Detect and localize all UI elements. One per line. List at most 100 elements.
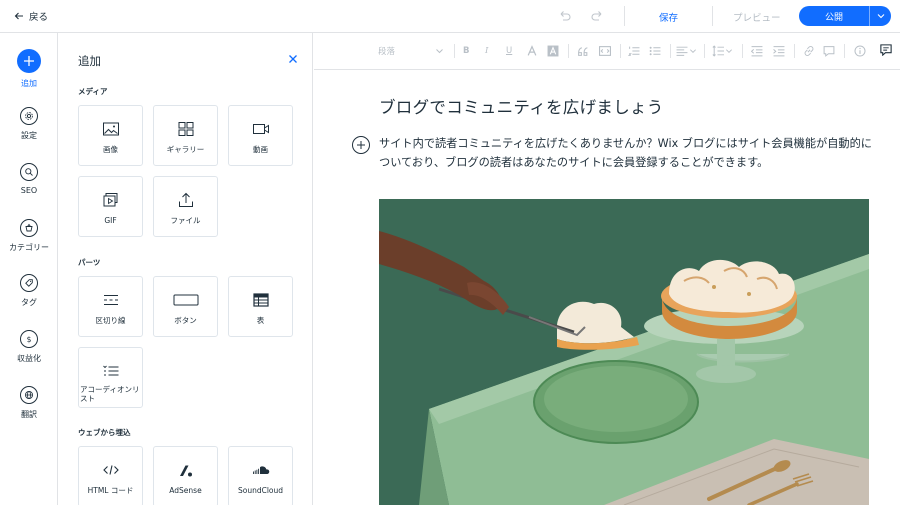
add-video-tile[interactable]: 動画 xyxy=(228,105,293,166)
post-paragraph[interactable]: サイト内で読者コミュニティを広げたくありませんか？Wix ブログにはサイト会員機… xyxy=(379,134,877,172)
decrease-indent-icon[interactable] xyxy=(751,45,763,57)
highlight-icon[interactable] xyxy=(547,45,559,57)
numbered-list-icon[interactable] xyxy=(628,45,640,57)
underline-icon[interactable]: U xyxy=(506,45,512,57)
tile-label: ファイル xyxy=(170,216,201,225)
code-icon xyxy=(102,462,120,478)
rail-item-label: 設定 xyxy=(21,131,37,140)
toolbar-divider xyxy=(844,44,845,58)
info-icon[interactable] xyxy=(854,45,866,57)
tile-label: 表 xyxy=(256,316,265,325)
add-image-tile[interactable]: 画像 xyxy=(78,105,143,166)
add-gallery-tile[interactable]: ギャラリー xyxy=(153,105,218,166)
tile-label: ボタン xyxy=(174,316,197,325)
rail-item-translate[interactable]: 翻訳 xyxy=(0,386,58,420)
toolbar-divider xyxy=(704,44,705,58)
plus-icon xyxy=(17,49,41,73)
post-title[interactable]: ブログでコミュニティを広げましょう xyxy=(379,94,664,118)
add-file-tile[interactable]: ファイル xyxy=(153,176,218,237)
add-soundcloud-tile[interactable]: SoundCloud xyxy=(228,446,293,505)
rail-item-label: 収益化 xyxy=(17,354,41,363)
add-divider-tile[interactable]: 区切り線 xyxy=(78,276,143,337)
close-icon[interactable] xyxy=(287,53,299,65)
notes-icon[interactable] xyxy=(880,44,892,56)
chevron-down-icon[interactable] xyxy=(725,45,733,57)
publish-button[interactable]: 公開 xyxy=(799,6,891,26)
rail-item-category[interactable]: カテゴリー xyxy=(0,219,58,253)
add-panel: 追加 メディア 画像 ギャラリー 動画 GIF ファイル パーツ 区切り線 ボタ… xyxy=(59,33,313,505)
align-icon[interactable] xyxy=(676,45,688,57)
left-rail: 追加 設定 SEO カテゴリー タグ $ 収益化 翻訳 xyxy=(0,33,58,505)
tile-label: ギャラリー xyxy=(166,145,205,154)
add-block-button[interactable] xyxy=(352,136,370,154)
svg-text:$: $ xyxy=(27,335,32,344)
divider xyxy=(712,6,713,26)
button-icon xyxy=(173,292,199,308)
paragraph-style-select[interactable]: 段落 xyxy=(378,45,395,57)
table-icon xyxy=(252,292,270,308)
chevron-down-icon[interactable] xyxy=(689,45,697,57)
formatting-toolbar: 段落 B I U xyxy=(314,33,900,70)
accordion-icon xyxy=(102,363,120,379)
link-icon[interactable] xyxy=(803,45,815,57)
add-button-tile[interactable]: ボタン xyxy=(153,276,218,337)
code-block-icon[interactable] xyxy=(599,45,611,57)
plus-icon xyxy=(357,141,365,149)
gallery-icon xyxy=(177,121,195,137)
back-button[interactable]: 戻る xyxy=(14,9,48,23)
arrow-left-icon xyxy=(14,12,23,20)
publish-menu-toggle[interactable] xyxy=(870,12,891,20)
rail-item-label: SEO xyxy=(20,186,38,195)
tile-label: アコーディオンリスト xyxy=(80,385,140,403)
quote-icon[interactable] xyxy=(577,45,589,57)
add-html-tile[interactable]: HTML コード xyxy=(78,446,143,505)
add-accordion-tile[interactable]: アコーディオンリスト xyxy=(78,347,143,408)
rail-item-label: 翻訳 xyxy=(21,410,37,419)
add-gif-tile[interactable]: GIF xyxy=(78,176,143,237)
rail-item-tags[interactable]: タグ xyxy=(0,274,58,308)
rail-item-monetize[interactable]: $ 収益化 xyxy=(0,330,58,364)
comment-icon[interactable] xyxy=(823,45,835,57)
video-icon xyxy=(252,121,270,137)
post-image[interactable] xyxy=(379,199,869,505)
dollar-icon: $ xyxy=(20,330,38,348)
adsense-icon xyxy=(177,462,195,478)
tile-label: AdSense xyxy=(169,486,202,495)
text-color-icon[interactable] xyxy=(526,45,538,57)
rail-item-add[interactable]: 追加 xyxy=(0,49,58,89)
tag-icon xyxy=(20,274,38,292)
add-adsense-tile[interactable]: AdSense xyxy=(153,446,218,505)
tile-label: 画像 xyxy=(103,145,118,154)
section-parts-heading: パーツ xyxy=(78,258,101,267)
add-table-tile[interactable]: 表 xyxy=(228,276,293,337)
toolbar-divider xyxy=(620,44,621,58)
panel-title: 追加 xyxy=(78,54,101,68)
chevron-down-icon[interactable] xyxy=(435,45,444,57)
bold-icon[interactable]: B xyxy=(463,45,469,57)
italic-icon[interactable]: I xyxy=(485,45,488,57)
undo-icon[interactable] xyxy=(558,9,572,23)
category-icon xyxy=(20,219,38,237)
line-spacing-icon[interactable] xyxy=(712,45,724,57)
rail-item-label: カテゴリー xyxy=(9,243,49,252)
paragraph-style-value: 段落 xyxy=(378,47,396,57)
save-button[interactable]: 保存 xyxy=(659,10,678,24)
tile-label: GIF xyxy=(104,216,117,225)
bulleted-list-icon[interactable] xyxy=(649,45,661,57)
soundcloud-icon xyxy=(252,462,270,478)
tile-label: 動画 xyxy=(253,145,268,154)
globe-icon xyxy=(20,386,38,404)
publish-label: 公開 xyxy=(824,12,843,23)
rail-item-settings[interactable]: 設定 xyxy=(0,107,58,141)
increase-indent-icon[interactable] xyxy=(773,45,785,57)
section-embed-heading: ウェブから埋込 xyxy=(78,428,131,437)
toolbar-divider xyxy=(670,44,671,58)
toolbar-divider xyxy=(794,44,795,58)
top-bar: 戻る 保存 プレビュー 公開 xyxy=(0,0,900,33)
rail-item-seo[interactable]: SEO xyxy=(0,163,58,195)
redo-icon[interactable] xyxy=(590,9,604,23)
section-media-heading: メディア xyxy=(78,87,108,96)
gear-icon xyxy=(20,107,38,125)
preview-button[interactable]: プレビュー xyxy=(733,10,781,24)
post-editor[interactable]: ブログでコミュニティを広げましょう サイト内で読者コミュニティを広げたくありませ… xyxy=(314,71,900,505)
